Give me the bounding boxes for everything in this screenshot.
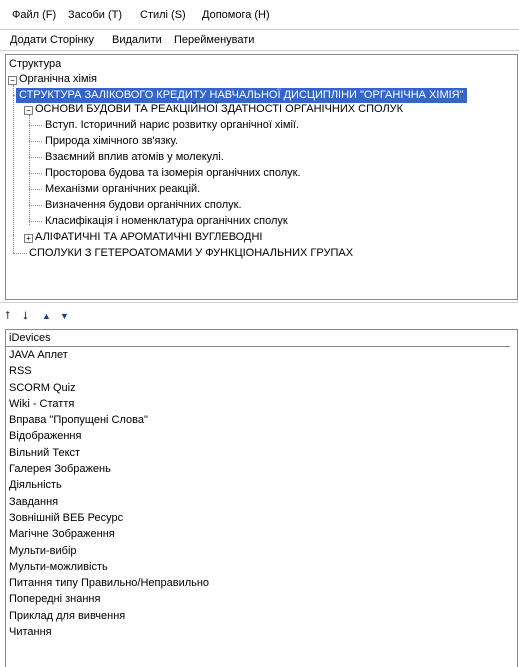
menu-styles[interactable]: Стилі (S) xyxy=(140,9,186,21)
idevice-wiki-article[interactable]: Wiki - Стаття xyxy=(5,396,510,412)
rename-button[interactable]: Перейменувати xyxy=(174,34,254,46)
tree-node-hydrocarbons[interactable]: АЛІФАТИЧНІ ТА АРОМАТИЧНІ ВУГЛЕВОДНІ xyxy=(35,230,262,245)
tree-branch xyxy=(29,141,42,142)
idevice-case-study[interactable]: Приклад для вивчення xyxy=(5,608,510,624)
idevice-image-magnifier[interactable]: Магічне Зображення xyxy=(5,526,510,542)
tree-node-atoms-influence[interactable]: Взаємний вплив атомів у молекулі. xyxy=(45,150,224,165)
tree-node-basics[interactable]: ОСНОВИ БУДОВИ ТА РЕАКЦІЙНОЇ ЗДАТНОСТІ ОР… xyxy=(35,102,403,117)
collapse-root-icon[interactable]: − xyxy=(8,76,17,85)
idevice-reflection[interactable]: Відображення xyxy=(5,428,510,444)
idevice-scorm-quiz[interactable]: SCORM Quiz xyxy=(5,380,510,396)
tree-branch xyxy=(29,221,42,222)
idevice-preknowledge[interactable]: Попередні знання xyxy=(5,591,510,607)
idevice-true-false[interactable]: Питання типу Правильно/Неправильно xyxy=(5,575,510,591)
idevice-reading[interactable]: Читання xyxy=(5,624,510,640)
tree-node-structure-determination[interactable]: Визначення будови органічних сполук. xyxy=(45,198,242,213)
idevices-list: JAVA Аплет RSS SCORM Quiz Wiki - Стаття … xyxy=(5,346,510,640)
idevice-java-applet[interactable]: JAVA Аплет xyxy=(5,347,510,363)
panel-separator xyxy=(0,302,519,303)
structure-title: Структура xyxy=(9,58,62,70)
tree-node-classification[interactable]: Класифікація і номенклатура органічних с… xyxy=(45,214,288,229)
menu-tools[interactable]: Засоби (T) xyxy=(68,9,122,21)
idevice-task[interactable]: Завдання xyxy=(5,494,510,510)
tree-branch xyxy=(13,253,27,254)
delete-button[interactable]: Видалити xyxy=(112,34,162,46)
tree-branch xyxy=(29,125,42,126)
menu-bar: Файл (F) Засоби (T) Стилі (S) Допомога (… xyxy=(0,0,519,26)
tree-line xyxy=(13,235,14,253)
structure-panel: Структура − Органічна хімія СТРУКТУРА ЗА… xyxy=(5,54,518,300)
tree-line xyxy=(29,115,30,225)
idevice-image-gallery[interactable]: Галерея Зображень xyxy=(5,461,510,477)
idevice-rss[interactable]: RSS xyxy=(5,363,510,379)
tree-branch xyxy=(29,157,42,158)
menu-separator xyxy=(0,29,519,30)
tree-branch xyxy=(29,173,42,174)
menu-help[interactable]: Допомога (H) xyxy=(202,9,270,21)
tree-node-isomerism[interactable]: Просторова будова та ізомерія органічних… xyxy=(45,166,301,181)
tree-branch xyxy=(29,189,42,190)
toolbar-separator xyxy=(0,50,519,51)
page-toolbar: Додати Сторінку Видалити Перейменувати xyxy=(0,32,519,48)
idevices-title: iDevices xyxy=(9,332,51,344)
tree-node-credit-structure[interactable]: СТРУКТУРА ЗАЛІКОВОГО КРЕДИТУ НАВЧАЛЬНОЇ … xyxy=(16,88,467,103)
move-down-icon[interactable]: ▼ xyxy=(60,311,69,321)
tree-branch xyxy=(29,205,42,206)
idevice-multi-select[interactable]: Мульти-можливість xyxy=(5,559,510,575)
demote-node-icon[interactable]: ⭣ xyxy=(23,310,28,323)
idevice-free-text[interactable]: Вільний Текст xyxy=(5,445,510,461)
add-page-button[interactable]: Додати Сторінку xyxy=(10,34,94,46)
idevice-external-web[interactable]: Зовнішній ВЕБ Ресурс xyxy=(5,510,510,526)
tree-node-chemical-bond[interactable]: Природа хімічного зв'язку. xyxy=(45,134,178,149)
promote-node-icon[interactable]: ⭡ xyxy=(5,310,10,323)
collapse-basics-icon[interactable]: − xyxy=(24,106,33,115)
tree-line xyxy=(13,85,14,235)
expand-hydrocarbons-icon[interactable]: + xyxy=(24,234,33,243)
tree-node-heteroatoms[interactable]: СПОЛУКИ З ГЕТЕРОАТОМАМИ У ФУНКЦІОНАЛЬНИХ… xyxy=(29,246,353,261)
menu-file[interactable]: Файл (F) xyxy=(12,9,56,21)
move-up-icon[interactable]: ▲ xyxy=(42,311,51,321)
tree-node-intro[interactable]: Вступ. Історичний нарис розвитку органіч… xyxy=(45,118,299,133)
idevice-activity[interactable]: Діяльність xyxy=(5,477,510,493)
idevice-cloze[interactable]: Вправа "Пропущені Слова" xyxy=(5,412,510,428)
tree-node-root[interactable]: Органічна хімія xyxy=(19,72,97,87)
idevice-multi-choice[interactable]: Мульти-вибір xyxy=(5,543,510,559)
tree-node-mechanisms[interactable]: Механізми органічних реакцій. xyxy=(45,182,200,197)
